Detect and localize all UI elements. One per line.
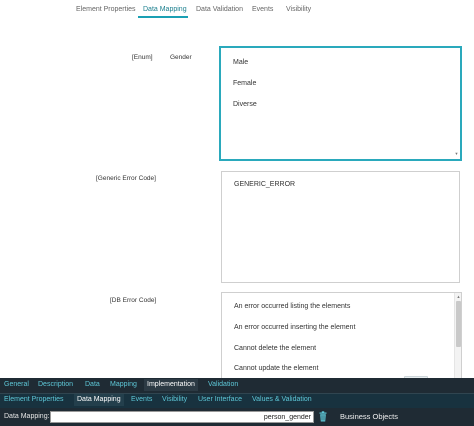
- tab-events[interactable]: Events: [252, 6, 273, 13]
- panel-tab-validation[interactable]: Validation: [208, 381, 238, 388]
- top-tab-bar: Element Properties Data Mapping Data Val…: [0, 0, 474, 22]
- panel-subtab-events[interactable]: Events: [131, 396, 152, 403]
- panel-tab-row-sub: Element Properties Data Mapping Events V…: [0, 393, 474, 408]
- panel-subtab-data-mapping[interactable]: Data Mapping: [74, 394, 124, 406]
- panel-tab-implementation[interactable]: Implementation: [144, 379, 198, 391]
- tab-visibility[interactable]: Visibility: [286, 6, 311, 13]
- list-item-db-error-1[interactable]: An error occurred listing the elements: [234, 303, 350, 310]
- tab-data-validation[interactable]: Data Validation: [196, 6, 243, 13]
- list-item-female[interactable]: Female: [233, 80, 256, 87]
- data-mapping-row: Data Mapping: Business Objects: [0, 408, 474, 426]
- panel-subtab-user-interface[interactable]: User Interface: [198, 396, 242, 403]
- panel-subtab-visibility[interactable]: Visibility: [162, 396, 187, 403]
- list-item-male[interactable]: Male: [233, 59, 248, 66]
- panel-subtab-values-validation[interactable]: Values & Validation: [252, 396, 312, 403]
- panel-tab-description[interactable]: Description: [38, 381, 73, 388]
- list-item-diverse[interactable]: Diverse: [233, 101, 257, 108]
- properties-panel: General Description Data Mapping Impleme…: [0, 378, 474, 426]
- generic-error-listbox[interactable]: GENERIC_ERROR: [221, 171, 460, 283]
- tab-data-mapping[interactable]: Data Mapping: [143, 6, 187, 13]
- chevron-down-icon[interactable]: ▼: [453, 151, 460, 157]
- db-error-type-label: [DB Error Code]: [110, 297, 157, 304]
- active-tab-indicator: [138, 16, 188, 18]
- generic-error-type-label: [Generic Error Code]: [96, 175, 156, 182]
- panel-tab-mapping[interactable]: Mapping: [110, 381, 137, 388]
- enum-type-label: [Enum]: [132, 54, 153, 61]
- list-item-generic-error[interactable]: GENERIC_ERROR: [234, 181, 295, 188]
- db-error-scrollbar[interactable]: ▲: [454, 293, 461, 381]
- panel-tab-row-main: General Description Data Mapping Impleme…: [0, 378, 474, 393]
- panel-subtab-element-properties[interactable]: Element Properties: [4, 396, 64, 403]
- chevron-up-icon[interactable]: ▲: [455, 294, 461, 300]
- trash-icon[interactable]: [319, 411, 327, 422]
- db-error-scroll-thumb[interactable]: [456, 301, 461, 347]
- tab-element-properties[interactable]: Element Properties: [76, 6, 136, 13]
- business-objects-label[interactable]: Business Objects: [340, 412, 398, 421]
- panel-tab-general[interactable]: General: [4, 381, 29, 388]
- db-error-listbox[interactable]: An error occurred listing the elements A…: [221, 292, 462, 382]
- list-item-db-error-4[interactable]: Cannot update the element: [234, 365, 318, 372]
- panel-divider: [0, 393, 474, 394]
- data-mapping-label: Data Mapping:: [4, 413, 50, 420]
- list-item-db-error-3[interactable]: Cannot delete the element: [234, 345, 316, 352]
- gender-enum-listbox[interactable]: Male Female Diverse ▼: [219, 46, 462, 161]
- data-mapping-input[interactable]: [50, 411, 314, 423]
- enum-name-label: Gender: [170, 54, 192, 61]
- enum-scrollbar[interactable]: ▼: [453, 48, 460, 159]
- panel-tab-data[interactable]: Data: [85, 381, 100, 388]
- list-item-db-error-2[interactable]: An error occurred inserting the element: [234, 324, 355, 331]
